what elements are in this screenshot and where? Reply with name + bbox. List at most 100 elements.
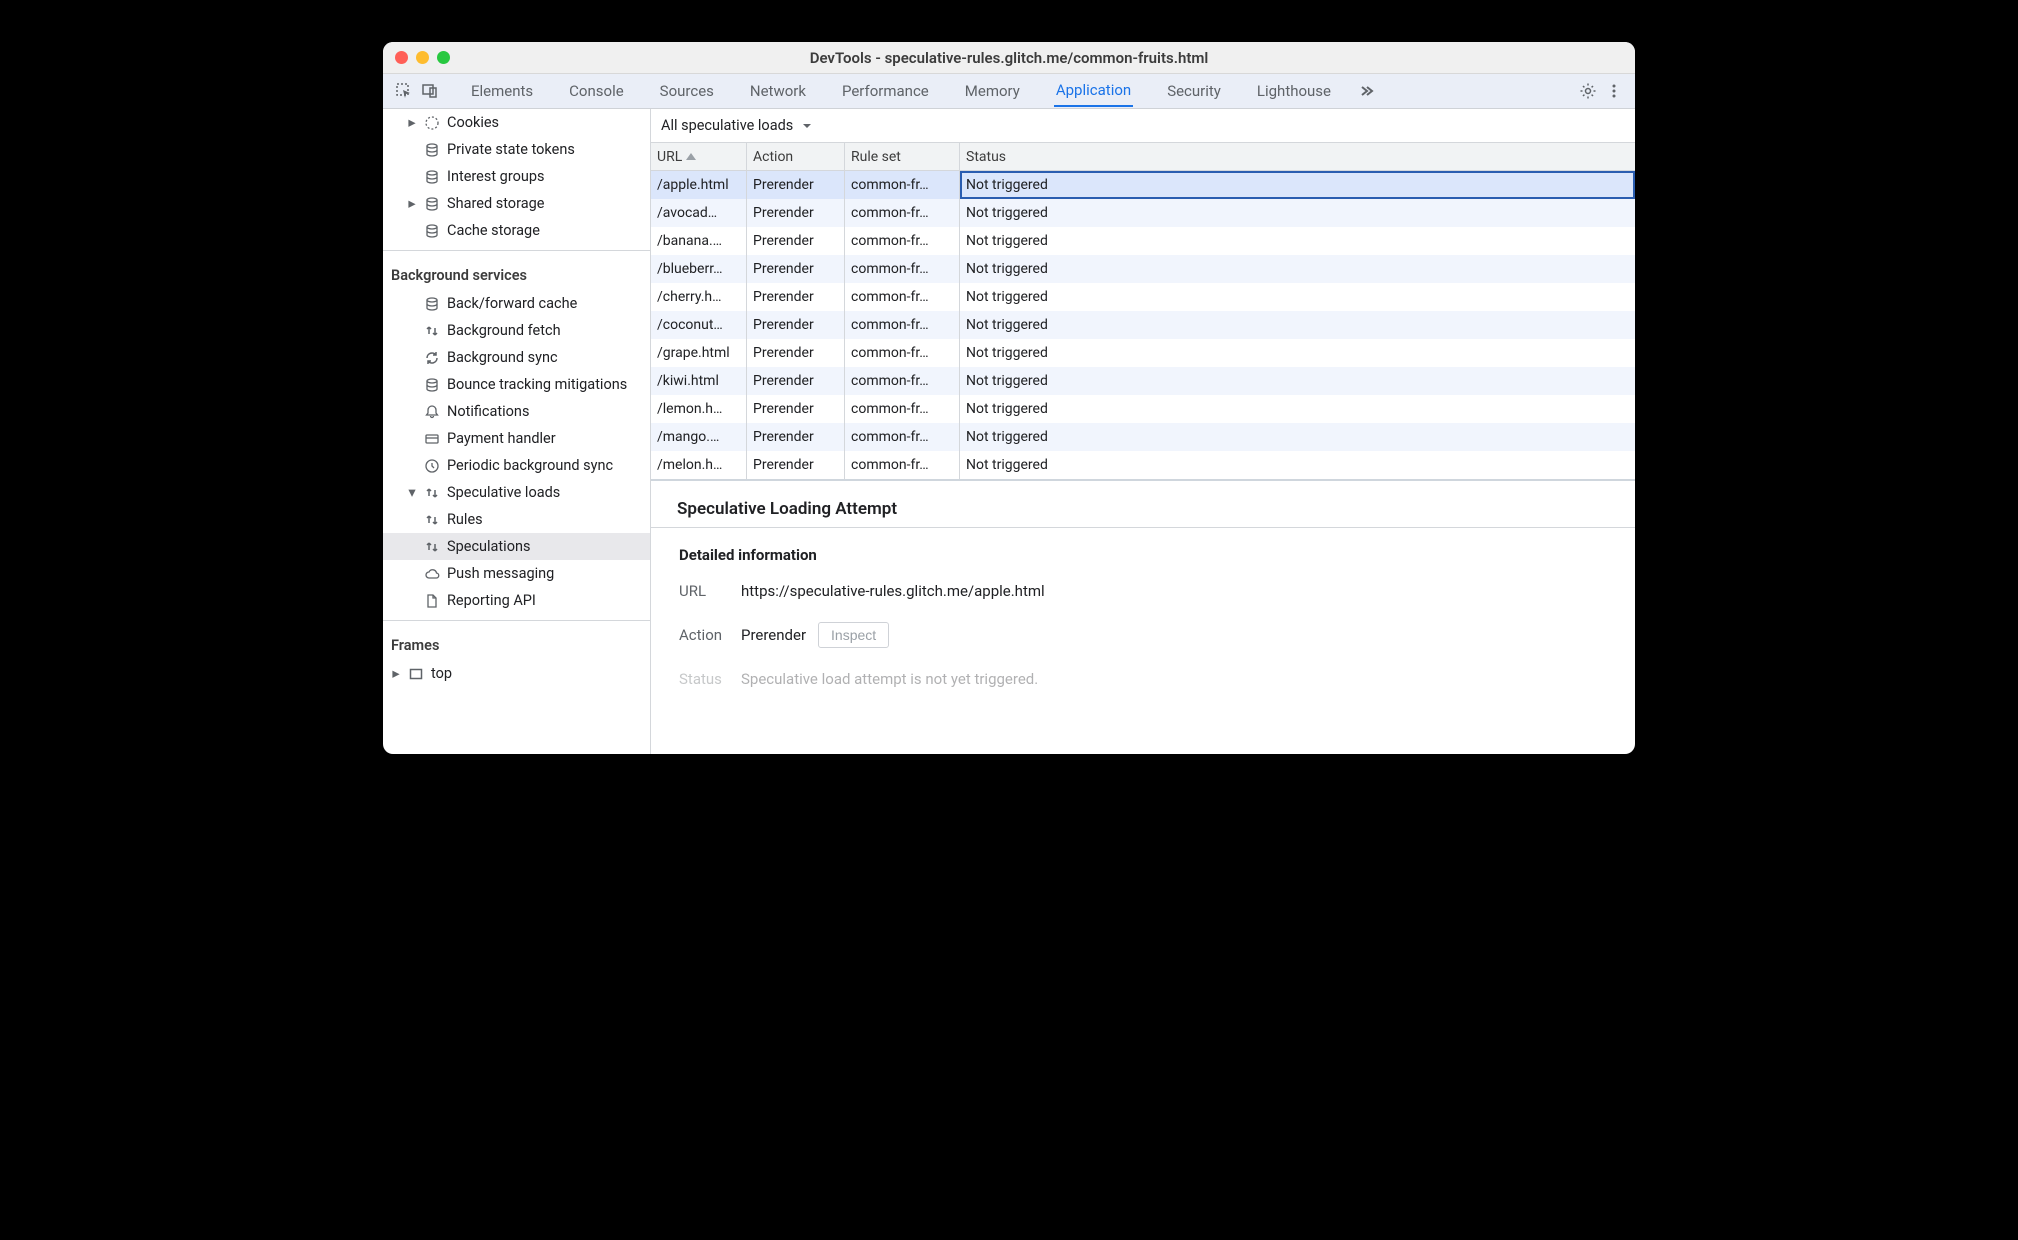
updown-icon bbox=[423, 511, 441, 529]
cell-ruleset: common-fr… bbox=[845, 311, 960, 339]
card-icon bbox=[423, 430, 441, 448]
sidebar-item-label: Background fetch bbox=[447, 322, 561, 339]
db-icon bbox=[423, 376, 441, 394]
cell-ruleset: common-fr… bbox=[845, 227, 960, 255]
cloud-icon bbox=[423, 565, 441, 583]
sidebar-item-interest-groups[interactable]: Interest groups bbox=[383, 163, 650, 190]
filter-dropdown[interactable]: All speculative loads bbox=[651, 109, 1635, 143]
table-row[interactable]: /banana.…Prerendercommon-fr…Not triggere… bbox=[651, 227, 1635, 255]
cell-status: Not triggered bbox=[960, 395, 1635, 423]
sidebar-item-background-sync[interactable]: Background sync bbox=[383, 344, 650, 371]
sidebar-item-payment-handler[interactable]: Payment handler bbox=[383, 425, 650, 452]
table-row[interactable]: /grape.htmlPrerendercommon-fr…Not trigge… bbox=[651, 339, 1635, 367]
tab-elements[interactable]: Elements bbox=[469, 76, 535, 106]
tab-console[interactable]: Console bbox=[567, 76, 626, 106]
sidebar-item-reporting-api[interactable]: Reporting API bbox=[383, 587, 650, 614]
cell-action: Prerender bbox=[747, 423, 845, 451]
tab-network[interactable]: Network bbox=[748, 76, 808, 106]
table-row[interactable]: /avocad…Prerendercommon-fr…Not triggered bbox=[651, 199, 1635, 227]
sidebar-item-periodic-background-sync[interactable]: Periodic background sync bbox=[383, 452, 650, 479]
sidebar-item-speculations[interactable]: Speculations bbox=[383, 533, 650, 560]
table-row[interactable]: /blueberr…Prerendercommon-fr…Not trigger… bbox=[651, 255, 1635, 283]
table-row[interactable]: /coconut…Prerendercommon-fr…Not triggere… bbox=[651, 311, 1635, 339]
cell-ruleset: common-fr… bbox=[845, 451, 960, 479]
updown-icon bbox=[423, 322, 441, 340]
col-header-status[interactable]: Status bbox=[960, 143, 1635, 170]
table-row[interactable]: /lemon.h…Prerendercommon-fr…Not triggere… bbox=[651, 395, 1635, 423]
sidebar-item-bounce-tracking-mitigations[interactable]: Bounce tracking mitigations bbox=[383, 371, 650, 398]
detail-info: Detailed information URL https://specula… bbox=[651, 528, 1635, 710]
table-row[interactable]: /melon.h…Prerendercommon-fr…Not triggere… bbox=[651, 451, 1635, 479]
sidebar-item-cookies[interactable]: ▸Cookies bbox=[383, 109, 650, 136]
tab-performance[interactable]: Performance bbox=[840, 76, 931, 106]
zoom-icon[interactable] bbox=[437, 51, 450, 64]
cell-action: Prerender bbox=[747, 199, 845, 227]
sidebar-item-label: Interest groups bbox=[447, 168, 544, 185]
sidebar-item-label: Back/forward cache bbox=[447, 295, 577, 312]
db-icon bbox=[423, 195, 441, 213]
detail-title: Speculative Loading Attempt bbox=[677, 499, 1609, 519]
updown-icon bbox=[423, 484, 441, 502]
panel-tabs: Elements Console Sources Network Performance… bbox=[469, 75, 1333, 107]
col-header-url[interactable]: URL bbox=[651, 143, 747, 170]
cell-action: Prerender bbox=[747, 367, 845, 395]
table-row[interactable]: /cherry.h…Prerendercommon-fr…Not trigger… bbox=[651, 283, 1635, 311]
sidebar-item-label: Payment handler bbox=[447, 430, 556, 447]
sidebar-item-top[interactable]: ▸top bbox=[383, 660, 650, 687]
table-row[interactable]: /kiwi.htmlPrerendercommon-fr…Not trigger… bbox=[651, 367, 1635, 395]
inspect-element-icon[interactable] bbox=[391, 78, 417, 104]
tab-sources[interactable]: Sources bbox=[658, 76, 716, 106]
cell-url: /cherry.h… bbox=[651, 283, 747, 311]
inspect-button[interactable]: Inspect bbox=[818, 622, 889, 648]
tab-lighthouse[interactable]: Lighthouse bbox=[1255, 76, 1333, 106]
sidebar-item-cache-storage[interactable]: Cache storage bbox=[383, 217, 650, 244]
cell-action: Prerender bbox=[747, 255, 845, 283]
detail-status-label: Status bbox=[679, 670, 741, 688]
cell-action: Prerender bbox=[747, 339, 845, 367]
cell-url: /mango.… bbox=[651, 423, 747, 451]
table-row[interactable]: /mango.…Prerendercommon-fr…Not triggered bbox=[651, 423, 1635, 451]
tab-application[interactable]: Application bbox=[1054, 75, 1133, 107]
sidebar-item-notifications[interactable]: Notifications bbox=[383, 398, 650, 425]
close-icon[interactable] bbox=[395, 51, 408, 64]
sidebar-item-label: Cookies bbox=[447, 114, 499, 131]
updown-icon bbox=[423, 538, 441, 556]
sidebar-item-speculative-loads[interactable]: ▾Speculative loads bbox=[383, 479, 650, 506]
window-title: DevTools - speculative-rules.glitch.me/c… bbox=[383, 49, 1635, 67]
detail-url-label: URL bbox=[679, 582, 741, 600]
cell-url: /apple.html bbox=[651, 171, 747, 199]
sync-icon bbox=[423, 349, 441, 367]
sidebar-item-shared-storage[interactable]: ▸Shared storage bbox=[383, 190, 650, 217]
caret-down-icon: ▾ bbox=[407, 484, 417, 501]
detail-url-value: https://speculative-rules.glitch.me/appl… bbox=[741, 582, 1045, 600]
detail-action-value: Prerender bbox=[741, 626, 806, 644]
sidebar-item-label: Rules bbox=[447, 511, 483, 528]
sidebar-item-label: top bbox=[431, 665, 452, 682]
detail-header: Speculative Loading Attempt bbox=[651, 481, 1635, 528]
device-toolbar-icon[interactable] bbox=[417, 78, 443, 104]
more-tabs-icon[interactable] bbox=[1353, 78, 1379, 104]
table-header-row: URL Action Rule set Status bbox=[651, 143, 1635, 171]
detail-action-label: Action bbox=[679, 626, 741, 644]
tab-bar: Elements Console Sources Network Performance… bbox=[383, 74, 1635, 109]
speculations-table: URL Action Rule set Status /apple.htmlPr… bbox=[651, 143, 1635, 479]
sidebar-item-background-fetch[interactable]: Background fetch bbox=[383, 317, 650, 344]
table-row[interactable]: /apple.htmlPrerendercommon-fr…Not trigge… bbox=[651, 171, 1635, 199]
cell-action: Prerender bbox=[747, 395, 845, 423]
db-icon bbox=[423, 222, 441, 240]
cell-ruleset: common-fr… bbox=[845, 283, 960, 311]
minimize-icon[interactable] bbox=[416, 51, 429, 64]
sidebar-item-back-forward-cache[interactable]: Back/forward cache bbox=[383, 290, 650, 317]
col-header-action[interactable]: Action bbox=[747, 143, 845, 170]
settings-icon[interactable] bbox=[1575, 78, 1601, 104]
tab-memory[interactable]: Memory bbox=[963, 76, 1022, 106]
col-header-ruleset[interactable]: Rule set bbox=[845, 143, 960, 170]
filter-label: All speculative loads bbox=[661, 117, 793, 134]
sidebar-item-rules[interactable]: Rules bbox=[383, 506, 650, 533]
sidebar-item-push-messaging[interactable]: Push messaging bbox=[383, 560, 650, 587]
sidebar-item-private-state-tokens[interactable]: Private state tokens bbox=[383, 136, 650, 163]
kebab-menu-icon[interactable] bbox=[1601, 78, 1627, 104]
cell-url: /avocad… bbox=[651, 199, 747, 227]
cell-url: /coconut… bbox=[651, 311, 747, 339]
tab-security[interactable]: Security bbox=[1165, 76, 1223, 106]
